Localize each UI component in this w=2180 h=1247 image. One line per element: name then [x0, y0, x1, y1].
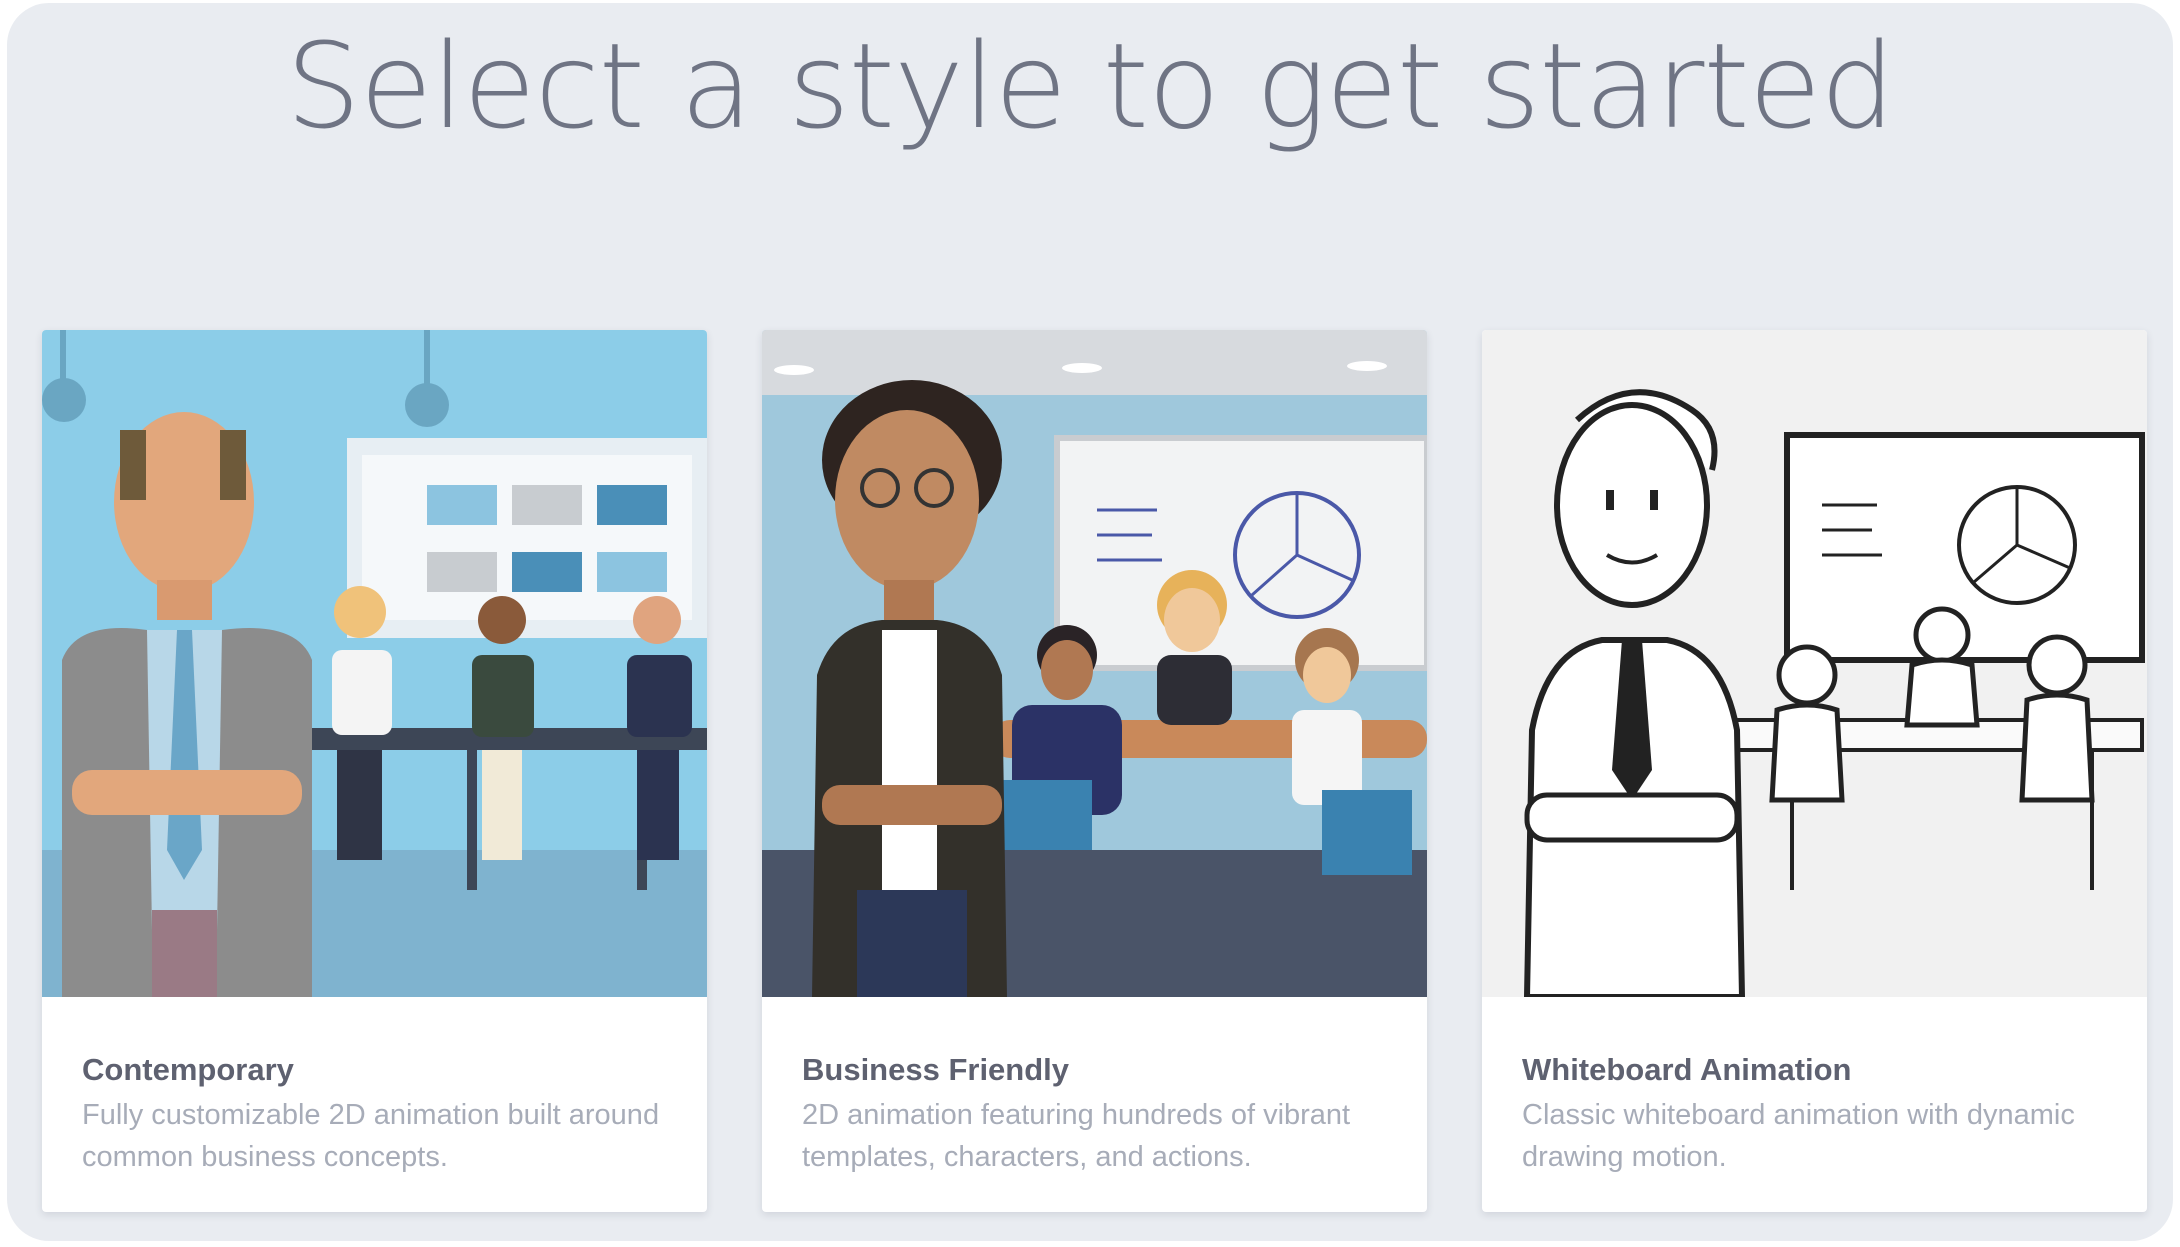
style-card-description: 2D animation featuring hundreds of vibra… — [802, 1099, 1351, 1173]
style-picker-panel: Select a style to get started Contempora… — [7, 3, 2173, 1241]
style-card-description: Fully customizable 2D animation built ar… — [82, 1099, 660, 1173]
whiteboard-illustration — [1482, 330, 2147, 997]
page-title: Select a style to get started — [285, 17, 1895, 155]
style-card-title: Whiteboard Animation — [1522, 1052, 1852, 1087]
style-card-whiteboard-animation[interactable]: Whiteboard Animation Classic whiteboard … — [1482, 330, 2147, 1212]
style-card-contemporary[interactable]: Contemporary Fully customizable 2D anima… — [42, 330, 707, 1212]
style-card-title: Contemporary — [82, 1052, 294, 1087]
style-card-business-friendly[interactable]: Business Friendly 2D animation featuring… — [762, 330, 1427, 1212]
style-card-title: Business Friendly — [802, 1052, 1070, 1087]
contemporary-illustration — [42, 330, 707, 997]
style-card-description: Classic whiteboard animation with dynami… — [1522, 1099, 2075, 1173]
business-friendly-illustration — [762, 330, 1427, 997]
